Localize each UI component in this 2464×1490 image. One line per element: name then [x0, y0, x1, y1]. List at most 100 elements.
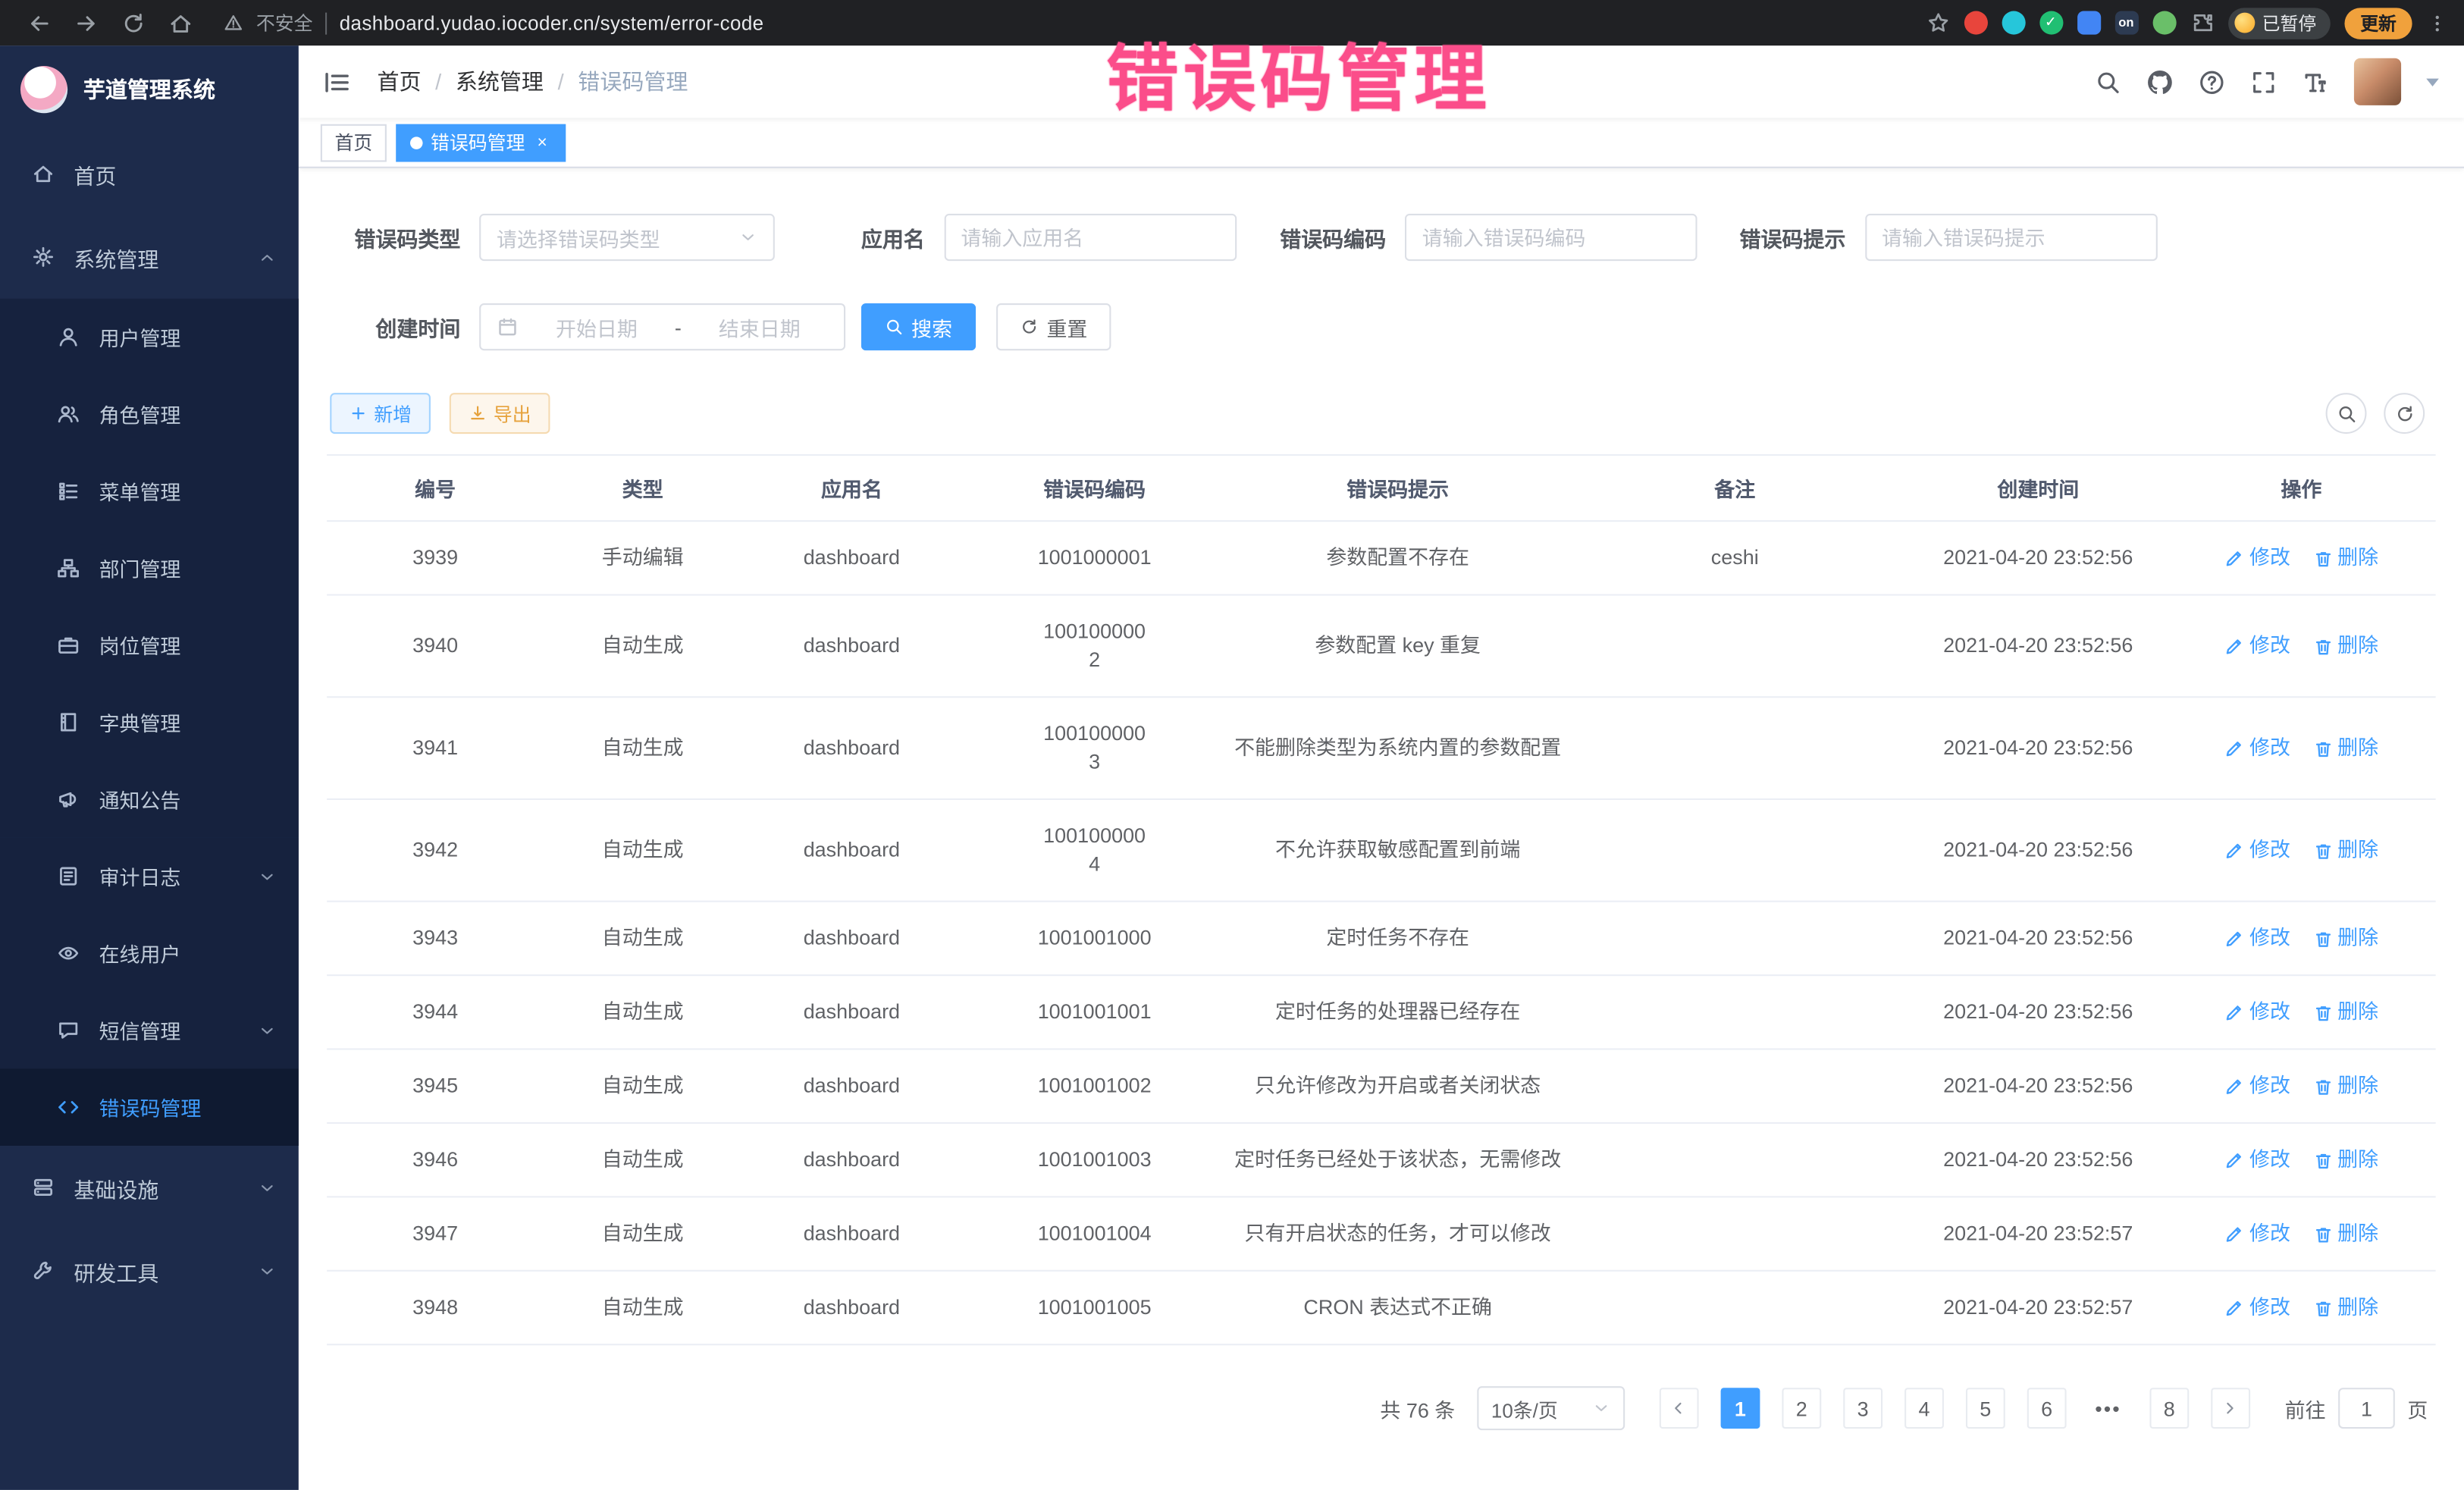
- edit-link[interactable]: 修改: [2224, 632, 2290, 660]
- page-button-6[interactable]: 6: [2027, 1388, 2067, 1429]
- sidebar-item-在线用户[interactable]: 在线用户: [0, 914, 299, 992]
- sidebar-item-岗位管理[interactable]: 岗位管理: [0, 607, 299, 684]
- error-code-input[interactable]: [1405, 214, 1698, 261]
- sidebar-toggle-icon[interactable]: [322, 67, 352, 96]
- error-message-input[interactable]: [1864, 214, 2157, 261]
- start-date-placeholder: 开始日期: [528, 312, 665, 341]
- help-icon[interactable]: [2199, 68, 2225, 95]
- sidebar-item-角色管理[interactable]: 角色管理: [0, 375, 299, 453]
- sidebar-item-基础设施[interactable]: 基础设施: [0, 1146, 299, 1229]
- delete-link[interactable]: 删除: [2312, 836, 2378, 864]
- add-button[interactable]: 新增: [330, 393, 431, 434]
- sidebar-item-用户管理[interactable]: 用户管理: [0, 299, 299, 376]
- delete-link[interactable]: 删除: [2312, 632, 2378, 660]
- edit-link[interactable]: 修改: [2224, 998, 2290, 1026]
- red-extension-icon[interactable]: [1964, 11, 1987, 35]
- show-search-button[interactable]: [2326, 393, 2367, 434]
- reload-icon[interactable]: [121, 10, 146, 35]
- sidebar-item-字典管理[interactable]: 字典管理: [0, 684, 299, 761]
- github-icon[interactable]: [2146, 68, 2173, 95]
- edit-link[interactable]: 修改: [2224, 1294, 2290, 1322]
- app-logo[interactable]: 芋道管理系统: [0, 45, 299, 132]
- sidebar-item-首页[interactable]: 首页: [0, 132, 299, 215]
- sidebar-item-短信管理[interactable]: 短信管理: [0, 992, 299, 1069]
- cell-message: 定时任务已经处于该状态，无需修改: [1227, 1124, 1569, 1196]
- sidebar-item-通知公告[interactable]: 通知公告: [0, 761, 299, 838]
- reset-button[interactable]: 重置: [996, 303, 1111, 350]
- font-size-icon[interactable]: [2303, 68, 2329, 95]
- table-header: 编号类型应用名错误码编码错误码提示备注创建时间操作: [327, 454, 2436, 522]
- edit-link[interactable]: 修改: [2224, 1219, 2290, 1247]
- sidebar-item-研发工具[interactable]: 研发工具: [0, 1229, 299, 1313]
- search-button[interactable]: 搜索: [861, 303, 976, 350]
- browser-right-cluster: on 已暂停 更新: [1926, 7, 2448, 38]
- refresh-table-button[interactable]: [2384, 393, 2425, 434]
- chevron-down-icon: [258, 1261, 277, 1280]
- edit-link[interactable]: 修改: [2224, 1072, 2290, 1100]
- delete-link[interactable]: 删除: [2312, 1072, 2378, 1100]
- app-name-input[interactable]: [944, 214, 1237, 261]
- date-range-picker[interactable]: 开始日期 - 结束日期: [479, 303, 845, 350]
- bookmark-star-icon[interactable]: [1926, 11, 1949, 35]
- page-button-3[interactable]: 3: [1843, 1388, 1882, 1429]
- edit-link[interactable]: 修改: [2224, 544, 2290, 572]
- edit-link[interactable]: 修改: [2224, 924, 2290, 952]
- create-time-label: 创建时间: [328, 311, 479, 342]
- back-icon[interactable]: [27, 10, 52, 35]
- leaf-extension-icon[interactable]: [2152, 11, 2176, 35]
- avatar-dropdown-caret[interactable]: [2426, 78, 2439, 93]
- goto-page-input[interactable]: [2338, 1388, 2395, 1429]
- page-button-4[interactable]: 4: [1904, 1388, 1944, 1429]
- page-size-value: 10条/页: [1491, 1393, 1558, 1423]
- page-button-8[interactable]: 8: [2149, 1388, 2189, 1429]
- delete-link[interactable]: 删除: [2312, 998, 2378, 1026]
- gear-icon: [31, 245, 55, 268]
- search-icon[interactable]: [2095, 68, 2121, 95]
- edit-link[interactable]: 修改: [2224, 734, 2290, 762]
- close-icon[interactable]: ×: [533, 133, 552, 152]
- forward-icon[interactable]: [74, 10, 99, 35]
- edit-link[interactable]: 修改: [2224, 836, 2290, 864]
- sidebar-item-错误码管理[interactable]: 错误码管理: [0, 1068, 299, 1146]
- address-bar[interactable]: 不安全 dashboard.yudao.iocoder.cn/system/er…: [223, 9, 763, 36]
- tab-错误码管理[interactable]: 错误码管理×: [396, 124, 566, 162]
- extensions-puzzle-icon[interactable]: [2190, 11, 2213, 35]
- delete-link[interactable]: 删除: [2312, 544, 2378, 572]
- trash-icon: [2312, 738, 2333, 758]
- user-avatar[interactable]: [2354, 58, 2401, 105]
- next-page-button[interactable]: [2211, 1388, 2250, 1429]
- sidebar-menu: 首页系统管理用户管理角色管理菜单管理部门管理岗位管理字典管理通知公告审计日志在线…: [0, 132, 299, 1313]
- home-browser-icon[interactable]: [168, 10, 193, 35]
- grid-extension-icon[interactable]: [2077, 11, 2100, 35]
- delete-link[interactable]: 删除: [2312, 1219, 2378, 1247]
- delete-link[interactable]: 删除: [2312, 1146, 2378, 1174]
- paused-profile-badge[interactable]: 已暂停: [2227, 7, 2331, 38]
- teal-extension-icon[interactable]: [2002, 11, 2025, 35]
- kebab-menu-icon[interactable]: [2426, 12, 2448, 34]
- sidebar-item-菜单管理[interactable]: 菜单管理: [0, 453, 299, 530]
- on-extension-icon[interactable]: on: [2114, 11, 2138, 35]
- delete-link[interactable]: 删除: [2312, 1294, 2378, 1322]
- sidebar-item-系统管理[interactable]: 系统管理: [0, 215, 299, 299]
- prev-page-button[interactable]: [1660, 1388, 1699, 1429]
- page-size-select[interactable]: 10条/页: [1477, 1386, 1625, 1430]
- edit-link[interactable]: 修改: [2224, 1146, 2290, 1174]
- tab-首页[interactable]: 首页: [321, 124, 387, 162]
- sidebar-item-部门管理[interactable]: 部门管理: [0, 529, 299, 607]
- page-button-1[interactable]: 1: [1721, 1388, 1760, 1429]
- delete-link[interactable]: 删除: [2312, 734, 2378, 762]
- column-header-错误码提示: 错误码提示: [1227, 456, 1569, 520]
- error-type-select[interactable]: 请选择错误码类型: [479, 214, 775, 261]
- page-button-5[interactable]: 5: [1966, 1388, 2005, 1429]
- page-button-2[interactable]: 2: [1782, 1388, 1821, 1429]
- browser-update-button[interactable]: 更新: [2344, 7, 2412, 38]
- fullscreen-icon[interactable]: [2250, 68, 2277, 95]
- breadcrumb-item-系统管理[interactable]: 系统管理: [456, 66, 544, 97]
- delete-link[interactable]: 删除: [2312, 924, 2378, 952]
- sidebar-item-label: 研发工具: [74, 1255, 239, 1286]
- sidebar-item-审计日志[interactable]: 审计日志: [0, 838, 299, 915]
- green-check-extension-icon[interactable]: [2039, 11, 2062, 35]
- breadcrumb-item-首页[interactable]: 首页: [377, 66, 421, 97]
- export-button[interactable]: 导出: [450, 393, 550, 434]
- page-ellipsis[interactable]: •••: [2089, 1388, 2128, 1429]
